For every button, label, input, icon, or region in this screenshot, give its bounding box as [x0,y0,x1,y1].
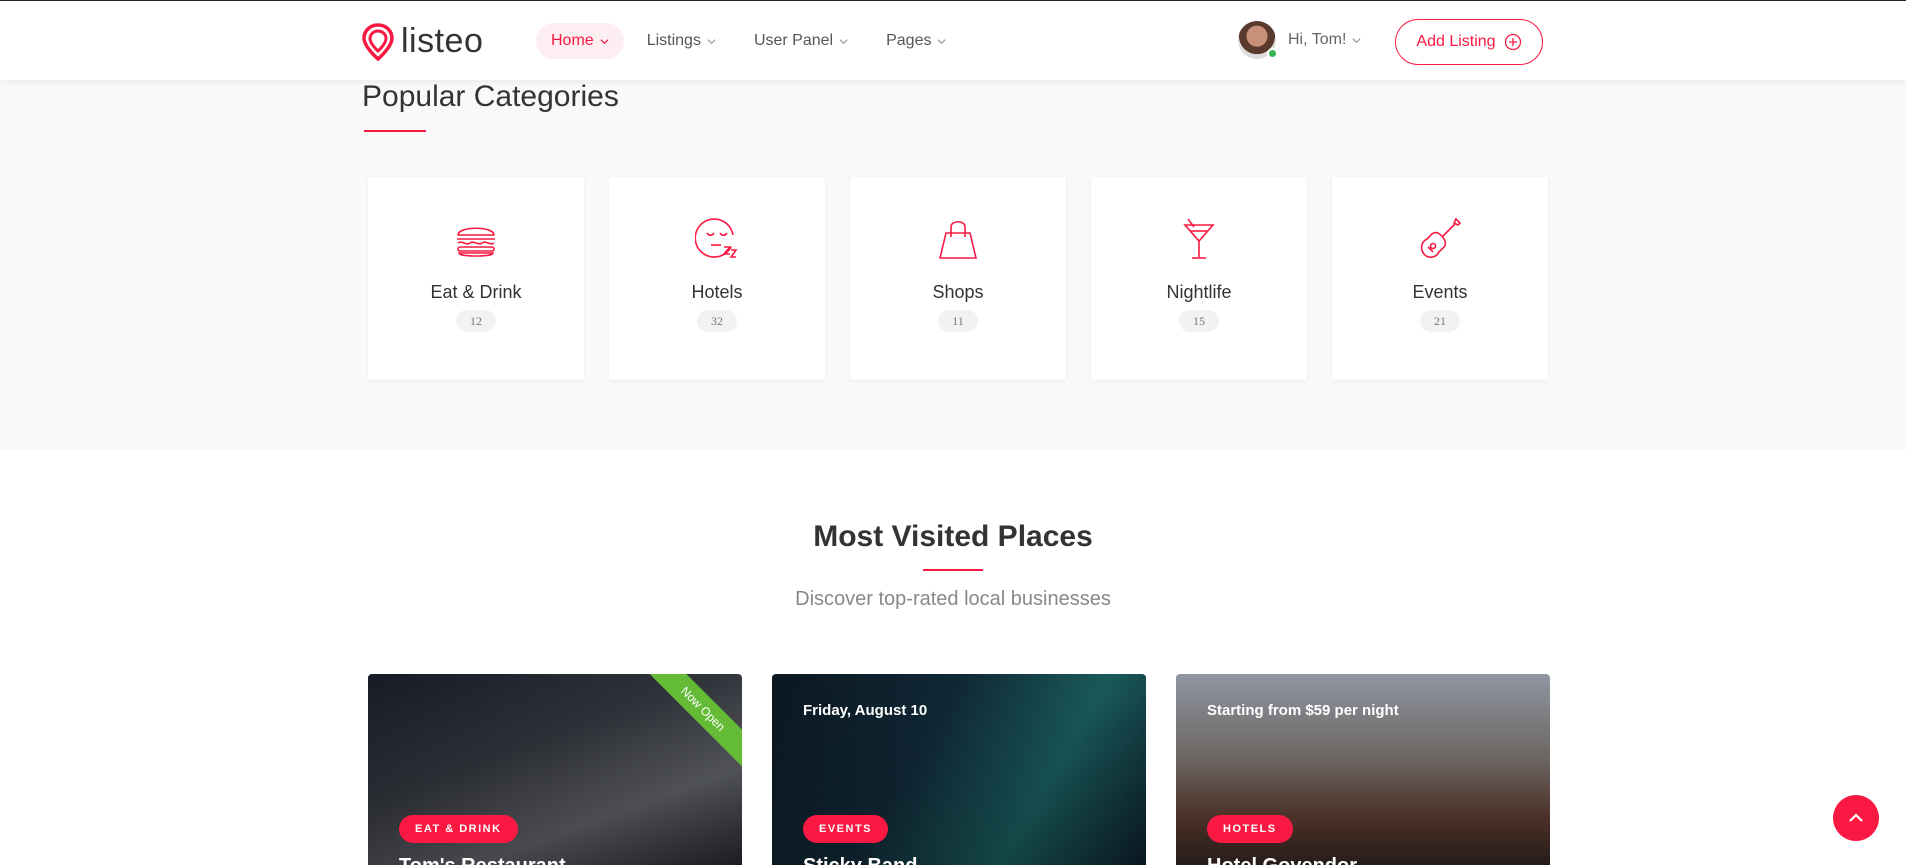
category-count-badge: 11 [938,310,978,332]
user-greeting: Hi, Tom! [1288,31,1361,49]
category-tag[interactable]: HOTELS [1207,815,1293,843]
price-text: Starting from $59 per night [1207,702,1399,719]
category-count-badge: 32 [697,310,737,332]
chevron-down-icon [600,38,609,44]
nav-item-label: Home [551,32,594,49]
place-card-toms-restaurant[interactable]: Now Open EAT & DRINK Tom's Restaurant [368,674,742,865]
guitar-icon [1420,217,1462,258]
category-name: Eat & Drink [430,282,522,302]
add-listing-label: Add Listing [1416,33,1496,50]
category-card-events[interactable]: Events 21 [1332,177,1548,380]
chevron-down-icon [937,38,946,44]
category-card-hotels[interactable]: Hotels 32 [609,177,825,380]
burger-icon [457,227,495,257]
back-to-top-button[interactable] [1833,795,1879,841]
map-pin-logo-icon [362,22,394,61]
category-card-nightlife[interactable]: Nightlife 15 [1091,177,1307,380]
nav-item-listings[interactable]: Listings [632,23,731,59]
online-status-dot [1267,48,1278,59]
nav-item-label: User Panel [753,32,834,49]
category-card-shops[interactable]: Shops 11 [850,177,1066,380]
shopping-bag-icon [938,220,978,259]
title-underline [364,130,426,132]
category-tag[interactable]: EAT & DRINK [399,815,518,843]
event-date: Friday, August 10 [803,702,928,719]
category-count-badge: 21 [1420,310,1460,332]
user-menu[interactable]: Hi, Tom! [1238,21,1361,59]
nav-item-label: Pages [886,32,932,49]
place-card-sticky-band[interactable]: Friday, August 10 EVENTS Sticky Band [772,674,1146,865]
title-underline [923,569,983,571]
section-subtitle: Discover top-rated local businesses [795,588,1111,610]
chevron-down-icon [1352,37,1361,43]
category-name: Events [1412,282,1468,302]
plus-circle-icon [1504,33,1521,51]
chevron-up-icon [1849,813,1863,822]
logo[interactable]: listeo [361,22,483,61]
sleep-icon [695,218,738,258]
category-card-eat-drink[interactable]: Eat & Drink 12 [368,177,584,380]
category-name: Shops [932,282,984,302]
nav-item-home[interactable]: Home [536,23,624,59]
chevron-down-icon [839,38,848,44]
user-greeting-label: Hi, Tom! [1288,31,1347,48]
chevron-down-icon [707,38,716,44]
section-title: Popular Categories [362,80,619,113]
nav-item-user-panel[interactable]: User Panel [739,23,863,59]
section-title: Most Visited Places [813,520,1093,553]
cocktail-icon [1183,218,1215,259]
category-count-badge: 12 [456,310,496,332]
nav-item-pages[interactable]: Pages [871,23,961,59]
category-name: Nightlife [1166,282,1232,302]
main-nav: Home Listings User Panel Pages [536,23,969,59]
place-name: Tom's Restaurant [399,855,566,865]
add-listing-button[interactable]: Add Listing [1395,19,1543,65]
site-header: listeo Home Listings User Panel Pages Hi… [0,0,1906,80]
avatar [1238,21,1278,59]
category-name: Hotels [691,282,743,302]
place-name: Hotel Govendor [1207,855,1357,865]
place-card-hotel-govendor[interactable]: Starting from $59 per night HOTELS Hotel… [1176,674,1550,865]
logo-text: listeo [401,22,484,60]
nav-item-label: Listings [646,32,701,49]
place-name: Sticky Band [803,855,917,865]
popular-categories-section: Popular Categories Eat & Drink 12 Hotels… [0,80,1906,450]
category-count-badge: 15 [1179,310,1219,332]
category-tag[interactable]: EVENTS [803,815,889,843]
